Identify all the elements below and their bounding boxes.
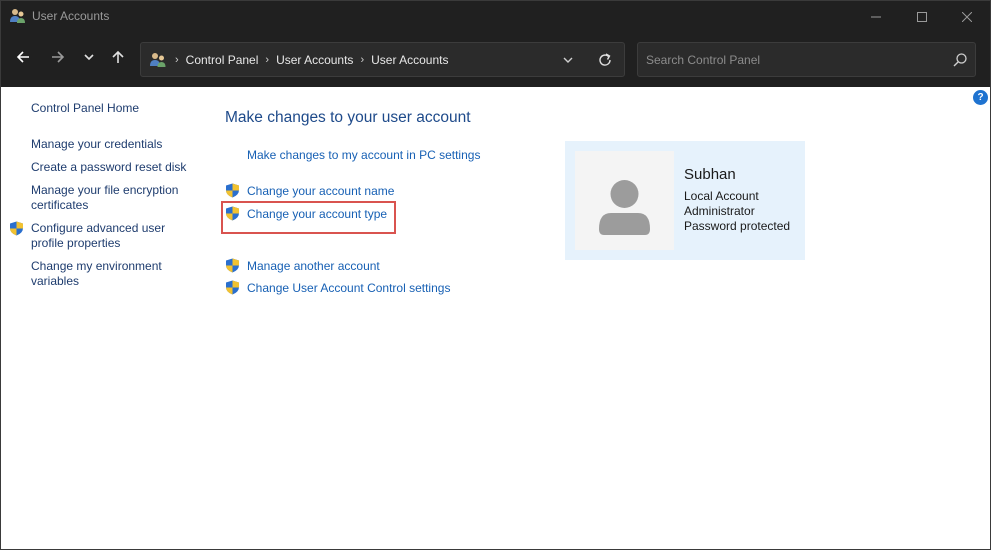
page-title: Make changes to your user account (225, 109, 471, 126)
breadcrumb: › Control Panel › User Accounts › User A… (171, 43, 448, 76)
manage-another-account-link[interactable]: Manage another account (247, 259, 380, 274)
pc-settings-link[interactable]: Make changes to my account in PC setting… (247, 148, 480, 163)
window-title: User Accounts (32, 9, 110, 23)
search-box (637, 42, 976, 77)
password-status: Password protected (684, 219, 791, 233)
user-card: Subhan Local Account Administrator Passw… (565, 141, 805, 260)
title-bar: User Accounts (1, 1, 990, 32)
forward-button[interactable] (45, 46, 71, 72)
user-accounts-window: User Accounts › Control Panel › User Acc… (0, 0, 991, 550)
breadcrumb-control-panel[interactable]: Control Panel (186, 53, 259, 67)
sidebar-item-environment-variables[interactable]: Change my environment variables (31, 259, 181, 289)
maximize-button[interactable] (899, 1, 945, 32)
up-arrow-icon (111, 50, 125, 69)
maximize-icon (917, 11, 927, 22)
minimize-icon (871, 12, 881, 22)
breadcrumb-user-accounts-current[interactable]: User Accounts (371, 53, 448, 67)
address-dropdown-icon[interactable] (559, 52, 577, 68)
chevron-right-icon[interactable]: › (265, 54, 269, 66)
uac-shield-icon (225, 258, 240, 273)
close-button[interactable] (944, 1, 990, 32)
control-panel-icon (149, 51, 167, 69)
uac-settings-link[interactable]: Change User Account Control settings (247, 281, 450, 296)
sidebar-item-password-reset-disk[interactable]: Create a password reset disk (31, 160, 196, 175)
minimize-button[interactable] (853, 1, 899, 32)
refresh-icon[interactable] (596, 51, 614, 69)
chevron-right-icon[interactable]: › (360, 54, 364, 66)
search-input[interactable] (646, 50, 936, 70)
sidebar-item-file-encryption[interactable]: Manage your file encryption certificates (31, 183, 191, 213)
avatar (575, 151, 674, 250)
back-arrow-icon (16, 50, 30, 69)
close-icon (962, 11, 972, 22)
sidebar-item-advanced-profile[interactable]: Configure advanced user profile properti… (31, 221, 186, 251)
user-name: Subhan (684, 166, 736, 183)
uac-shield-icon (225, 183, 240, 198)
uac-shield-icon (225, 280, 240, 295)
uac-shield-icon (9, 221, 24, 236)
user-silhouette-icon (599, 180, 650, 235)
navigation-bar: › Control Panel › User Accounts › User A… (1, 32, 990, 87)
uac-shield-icon (225, 206, 240, 221)
up-button[interactable] (105, 46, 131, 72)
chevron-down-icon (83, 50, 95, 68)
content-area: ? Control Panel Home Manage your credent… (1, 87, 990, 549)
chevron-right-icon: › (175, 53, 179, 66)
help-button[interactable]: ? (973, 90, 988, 105)
user-accounts-icon (9, 8, 26, 24)
account-role: Administrator (684, 204, 755, 218)
back-button[interactable] (10, 46, 36, 72)
sidebar-item-manage-credentials[interactable]: Manage your credentials (31, 137, 196, 152)
address-bar[interactable]: › Control Panel › User Accounts › User A… (140, 42, 625, 77)
account-kind: Local Account (684, 189, 759, 203)
sidebar-item-control-panel-home[interactable]: Control Panel Home (31, 101, 196, 116)
search-icon[interactable] (952, 52, 968, 68)
change-account-name-link[interactable]: Change your account name (247, 184, 394, 199)
forward-arrow-icon (51, 50, 65, 69)
recent-locations-button[interactable] (76, 46, 102, 72)
breadcrumb-user-accounts[interactable]: User Accounts (276, 53, 353, 67)
change-account-type-link[interactable]: Change your account type (247, 207, 387, 222)
